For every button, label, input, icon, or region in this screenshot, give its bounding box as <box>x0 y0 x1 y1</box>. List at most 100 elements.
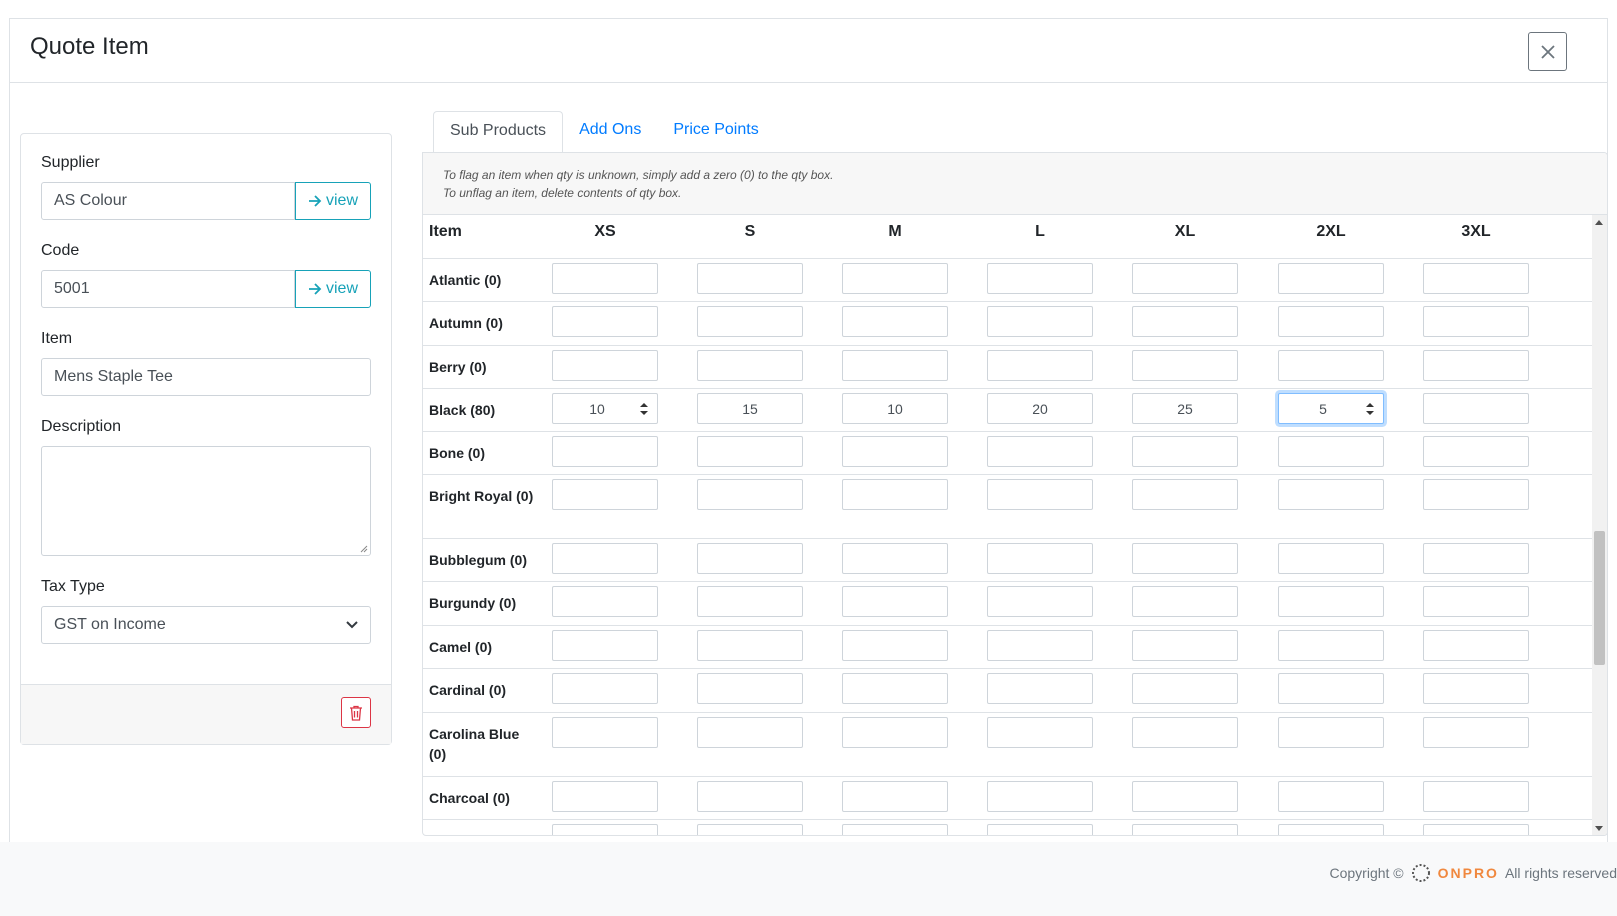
qty-input-m[interactable] <box>842 717 948 748</box>
resize-grip-icon[interactable] <box>360 545 368 553</box>
qty-input-2xl[interactable] <box>1278 479 1384 510</box>
qty-input-3xl[interactable] <box>1423 586 1529 617</box>
qty-input-m[interactable]: 10 <box>842 393 948 424</box>
close-button[interactable] <box>1528 32 1567 71</box>
qty-input-3xl[interactable] <box>1423 630 1529 661</box>
qty-input-3xl[interactable] <box>1423 306 1529 337</box>
qty-input-2xl[interactable] <box>1278 306 1384 337</box>
qty-input-xs[interactable] <box>552 824 658 835</box>
qty-input-2xl[interactable] <box>1278 543 1384 574</box>
qty-input-m[interactable] <box>842 436 948 467</box>
qty-input-2xl[interactable] <box>1278 824 1384 835</box>
qty-input-l[interactable] <box>987 630 1093 661</box>
qty-input-xs[interactable] <box>552 543 658 574</box>
qty-input-xs[interactable] <box>552 781 658 812</box>
qty-input-3xl[interactable] <box>1423 717 1529 748</box>
qty-input-xs[interactable] <box>552 586 658 617</box>
qty-input-m[interactable] <box>842 543 948 574</box>
qty-input-m[interactable] <box>842 824 948 835</box>
qty-input-xl[interactable] <box>1132 263 1238 294</box>
qty-input-2xl[interactable] <box>1278 630 1384 661</box>
tab-add-ons[interactable]: Add Ons <box>563 111 657 153</box>
qty-input-3xl[interactable] <box>1423 543 1529 574</box>
scroll-up-icon[interactable] <box>1595 220 1603 225</box>
qty-input-2xl[interactable] <box>1278 673 1384 704</box>
spinner-icon[interactable] <box>1365 402 1375 416</box>
qty-input-xl[interactable] <box>1132 479 1238 510</box>
qty-input-2xl[interactable] <box>1278 781 1384 812</box>
qty-input-3xl[interactable] <box>1423 436 1529 467</box>
qty-input-xl[interactable] <box>1132 824 1238 835</box>
qty-input-xs[interactable] <box>552 630 658 661</box>
qty-input-xs[interactable] <box>552 717 658 748</box>
qty-input-xl[interactable] <box>1132 350 1238 381</box>
qty-input-l[interactable] <box>987 479 1093 510</box>
code-view-button[interactable]: view <box>295 270 371 308</box>
qty-input-3xl[interactable] <box>1423 393 1529 424</box>
qty-input-xl[interactable] <box>1132 673 1238 704</box>
spinner-icon[interactable] <box>639 402 649 416</box>
qty-input-xl[interactable]: 25 <box>1132 393 1238 424</box>
code-input[interactable]: 5001 <box>41 270 295 308</box>
tax-type-select[interactable]: GST on Income <box>41 606 371 644</box>
qty-input-s[interactable] <box>697 717 803 748</box>
qty-input-xs[interactable] <box>552 673 658 704</box>
qty-input-2xl[interactable]: 5 <box>1278 393 1384 424</box>
qty-input-s[interactable] <box>697 436 803 467</box>
qty-input-2xl[interactable] <box>1278 350 1384 381</box>
qty-input-s[interactable] <box>697 673 803 704</box>
qty-input-m[interactable] <box>842 781 948 812</box>
qty-input-l[interactable]: 20 <box>987 393 1093 424</box>
qty-input-s[interactable] <box>697 586 803 617</box>
qty-input-3xl[interactable] <box>1423 781 1529 812</box>
qty-input-m[interactable] <box>842 586 948 617</box>
qty-input-2xl[interactable] <box>1278 436 1384 467</box>
qty-input-l[interactable] <box>987 781 1093 812</box>
qty-input-xs[interactable] <box>552 263 658 294</box>
qty-input-m[interactable] <box>842 479 948 510</box>
qty-input-l[interactable] <box>987 824 1093 835</box>
qty-input-xs[interactable] <box>552 436 658 467</box>
qty-input-s[interactable] <box>697 781 803 812</box>
qty-input-m[interactable] <box>842 350 948 381</box>
qty-input-xs[interactable]: 10 <box>552 393 658 424</box>
qty-input-l[interactable] <box>987 586 1093 617</box>
qty-input-2xl[interactable] <box>1278 717 1384 748</box>
qty-input-2xl[interactable] <box>1278 263 1384 294</box>
qty-input-m[interactable] <box>842 263 948 294</box>
qty-input-2xl[interactable] <box>1278 586 1384 617</box>
item-input[interactable]: Mens Staple Tee <box>41 358 371 396</box>
qty-input-s[interactable] <box>697 479 803 510</box>
table-scrollbar[interactable] <box>1592 215 1607 835</box>
qty-input-3xl[interactable] <box>1423 673 1529 704</box>
qty-input-m[interactable] <box>842 673 948 704</box>
qty-input-xs[interactable] <box>552 479 658 510</box>
qty-input-s[interactable] <box>697 630 803 661</box>
qty-input-3xl[interactable] <box>1423 263 1529 294</box>
qty-input-xl[interactable] <box>1132 630 1238 661</box>
qty-input-s[interactable]: 15 <box>697 393 803 424</box>
scroll-thumb[interactable] <box>1594 531 1605 665</box>
qty-input-xl[interactable] <box>1132 781 1238 812</box>
qty-input-xs[interactable] <box>552 306 658 337</box>
qty-input-l[interactable] <box>987 673 1093 704</box>
qty-input-l[interactable] <box>987 350 1093 381</box>
qty-input-l[interactable] <box>987 717 1093 748</box>
qty-input-xl[interactable] <box>1132 717 1238 748</box>
qty-input-m[interactable] <box>842 630 948 661</box>
tab-price-points[interactable]: Price Points <box>657 111 774 153</box>
qty-input-xl[interactable] <box>1132 586 1238 617</box>
supplier-view-button[interactable]: view <box>295 182 371 220</box>
delete-button[interactable] <box>341 697 371 728</box>
qty-input-3xl[interactable] <box>1423 479 1529 510</box>
qty-input-xl[interactable] <box>1132 306 1238 337</box>
tab-sub-products[interactable]: Sub Products <box>433 111 564 153</box>
qty-input-m[interactable] <box>842 306 948 337</box>
qty-input-3xl[interactable] <box>1423 350 1529 381</box>
description-textarea[interactable] <box>41 446 371 556</box>
qty-input-s[interactable] <box>697 350 803 381</box>
qty-input-xl[interactable] <box>1132 436 1238 467</box>
qty-input-l[interactable] <box>987 306 1093 337</box>
qty-input-s[interactable] <box>697 263 803 294</box>
qty-input-xl[interactable] <box>1132 543 1238 574</box>
